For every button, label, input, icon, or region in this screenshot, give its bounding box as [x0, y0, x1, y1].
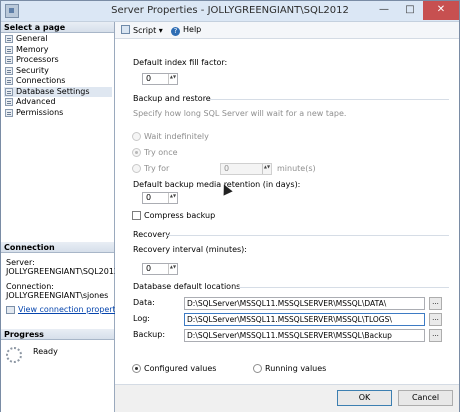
page-item-connections[interactable]: Connections — [4, 76, 112, 87]
connection-label: Connection: — [6, 282, 54, 291]
page-label: Processors — [16, 55, 59, 64]
page-icon — [5, 108, 13, 117]
help-button[interactable]: ? Help — [171, 25, 201, 36]
compress-backup-label: Compress backup — [144, 211, 216, 220]
try-for-radio[interactable] — [132, 164, 141, 173]
script-button[interactable]: Script ▾ — [121, 25, 163, 35]
button-bar: OK Cancel — [115, 384, 459, 412]
progress-status: Ready — [33, 347, 58, 356]
configured-values-radio[interactable] — [132, 364, 141, 373]
retention-label: Default backup media retention (in days)… — [133, 180, 301, 189]
try-once-radio[interactable] — [132, 148, 141, 157]
page-label: Security — [16, 65, 49, 75]
group-divider — [239, 287, 449, 288]
select-page-header: Select a page — [1, 22, 114, 33]
spinner-arrows-icon[interactable]: ▲▼ — [168, 74, 177, 84]
close-button[interactable]: ✕ — [423, 1, 459, 20]
page-icon — [5, 45, 13, 54]
settings-pane: Script ▾ ? Help Default index fill factor… — [115, 22, 459, 412]
page-label: Advanced — [16, 97, 56, 106]
group-divider — [167, 235, 449, 236]
page-icon — [5, 87, 13, 96]
page-label: Permissions — [16, 107, 64, 117]
page-icon — [5, 56, 13, 64]
page-label: General — [16, 34, 48, 43]
page-item-permissions[interactable]: Permissions — [4, 108, 112, 119]
try-for-label: Try for — [144, 164, 170, 173]
data-path-field[interactable]: D:\SQLServer\MSSQL11.MSSQLSERVER\MSSQL\D… — [184, 297, 425, 310]
spinner-arrows-icon[interactable]: ▲▼ — [168, 264, 177, 274]
left-pane: Select a page General Memory Processors … — [1, 22, 127, 412]
spinner-arrows-icon[interactable]: ▲▼ — [168, 193, 177, 203]
server-value: JOLLYGREENGIANT\SQL2012 — [6, 267, 120, 276]
page-item-advanced[interactable]: Advanced — [4, 97, 112, 108]
backup-browse-button[interactable]: ... — [429, 329, 442, 342]
wait-indefinitely-radio[interactable] — [132, 132, 141, 141]
recovery-group-label: Recovery — [133, 230, 171, 239]
data-browse-button[interactable]: ... — [429, 297, 442, 310]
view-connection-properties-link[interactable]: View connection properties — [18, 305, 127, 314]
script-label: Script — [133, 26, 157, 35]
help-label: Help — [183, 25, 202, 34]
server-properties-dialog: Server Properties - JOLLYGREENGIANT\SQL2… — [0, 0, 460, 412]
running-values-label: Running values — [265, 364, 327, 373]
try-for-spinner[interactable]: 0 ▲▼ — [220, 163, 272, 175]
connection-properties-icon — [6, 306, 15, 314]
connection-value: JOLLYGREENGIANT\sjones — [6, 291, 109, 300]
page-item-general[interactable]: General — [4, 34, 112, 45]
page-icon — [5, 77, 13, 85]
progress-spinner-icon — [6, 347, 22, 363]
recovery-interval-spinner[interactable]: 0 ▲▼ — [142, 263, 178, 275]
data-label: Data: — [133, 298, 155, 307]
try-for-value: 0 — [224, 164, 230, 173]
page-icon — [5, 66, 13, 75]
backup-restore-group-label: Backup and restore — [133, 94, 211, 103]
page-icon — [5, 98, 13, 106]
page-label: Database Settings — [16, 86, 90, 96]
page-item-processors[interactable]: Processors — [4, 55, 112, 66]
chevron-down-icon[interactable]: ▾ — [159, 26, 163, 35]
retention-spinner[interactable]: 0 ▲▼ — [142, 192, 178, 204]
group-divider — [209, 99, 449, 100]
retention-value: 0 — [146, 193, 152, 202]
backup-path-field[interactable]: D:\SQLServer\MSSQL11.MSSQLSERVER\MSSQL\B… — [184, 329, 425, 342]
title-bar: Server Properties - JOLLYGREENGIANT\SQL2… — [1, 1, 459, 22]
minimize-button[interactable]: — — [371, 1, 397, 20]
log-browse-button[interactable]: ... — [429, 313, 442, 326]
configured-values-label: Configured values — [144, 364, 217, 373]
page-item-memory[interactable]: Memory — [4, 45, 112, 56]
try-once-label: Try once — [144, 148, 178, 157]
recovery-interval-value: 0 — [146, 264, 152, 273]
script-icon — [121, 25, 130, 34]
backup-hint: Specify how long SQL Server will wait fo… — [133, 109, 347, 118]
page-label: Memory — [16, 44, 49, 54]
cancel-button[interactable]: Cancel — [398, 390, 453, 406]
connection-header: Connection — [1, 242, 114, 253]
log-label: Log: — [133, 314, 150, 323]
maximize-button[interactable]: □ — [397, 1, 423, 20]
backup-location-label: Backup: — [133, 330, 166, 339]
help-icon: ? — [171, 27, 180, 36]
running-values-radio[interactable] — [253, 364, 262, 373]
log-path-field[interactable]: D:\SQLServer\MSSQL11.MSSQLSERVER\MSSQL\T… — [184, 313, 425, 326]
page-icon — [5, 35, 13, 43]
page-label: Connections — [16, 76, 66, 85]
wait-indefinitely-label: Wait indefinitely — [144, 132, 209, 141]
recovery-interval-label: Recovery interval (minutes): — [133, 245, 247, 254]
server-label: Server: — [6, 258, 35, 267]
page-item-security[interactable]: Security — [4, 66, 112, 77]
ok-button[interactable]: OK — [337, 390, 392, 406]
page-list: General Memory Processors Security Conne… — [4, 34, 112, 118]
toolbar: Script ▾ ? Help — [115, 22, 459, 39]
page-item-database-settings[interactable]: Database Settings — [4, 86, 112, 97]
fill-factor-spinner[interactable]: 0 ▲▼ — [142, 73, 178, 85]
spinner-arrows-icon[interactable]: ▲▼ — [262, 164, 271, 174]
try-for-unit: minute(s) — [277, 164, 316, 173]
compress-backup-checkbox[interactable] — [132, 211, 141, 220]
progress-header: Progress — [1, 329, 114, 340]
locations-group-label: Database default locations — [133, 282, 241, 291]
fill-factor-label: Default index fill factor: — [133, 58, 228, 67]
fill-factor-value: 0 — [146, 74, 152, 83]
